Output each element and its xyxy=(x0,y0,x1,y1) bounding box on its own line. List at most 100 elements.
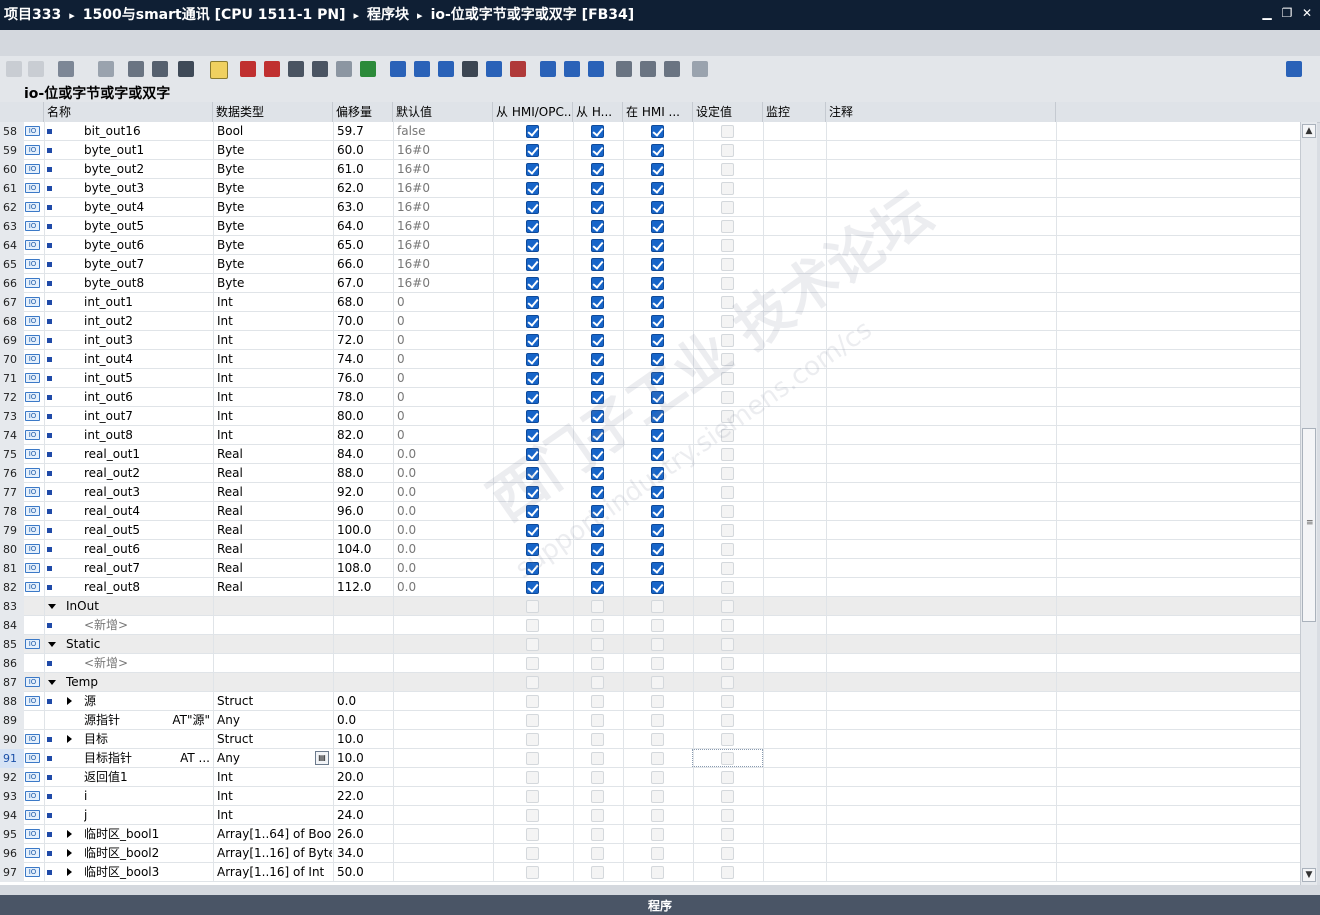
cell-default[interactable]: 0.0 xyxy=(397,559,487,578)
cell-default[interactable]: 16#0 xyxy=(397,274,487,293)
in-hmi-checkbox[interactable] xyxy=(651,524,664,537)
cell-type[interactable]: Real xyxy=(217,521,332,540)
setpoint-checkbox[interactable] xyxy=(721,676,734,689)
cell-name[interactable]: int_out6 xyxy=(84,388,212,407)
hmi-h-checkbox[interactable] xyxy=(591,391,604,404)
setpoint-checkbox[interactable] xyxy=(721,714,734,727)
splitter[interactable] xyxy=(0,885,1320,895)
setpoint-checkbox[interactable] xyxy=(721,619,734,632)
breadcrumb-program-blocks[interactable]: 程序块 xyxy=(367,7,409,23)
cell-type[interactable]: Int xyxy=(217,388,332,407)
table-row[interactable]: 79 IO real_out5 Real 100.0 0.0 xyxy=(0,521,1300,540)
cell-default[interactable] xyxy=(397,825,487,844)
expand-all-icon[interactable] xyxy=(58,61,74,77)
setpoint-checkbox[interactable] xyxy=(721,562,734,575)
hmi-opc-checkbox[interactable] xyxy=(526,638,539,651)
setpoint-checkbox[interactable] xyxy=(721,828,734,841)
scroll-thumb[interactable]: ≡ xyxy=(1302,428,1316,622)
cell-default[interactable]: 0 xyxy=(397,312,487,331)
row-number[interactable]: 80 xyxy=(0,540,24,559)
cell-default[interactable] xyxy=(397,597,487,616)
hmi-opc-checkbox[interactable] xyxy=(526,125,539,138)
cell-default[interactable] xyxy=(397,711,487,730)
in-hmi-checkbox[interactable] xyxy=(651,410,664,423)
cell-default[interactable]: 16#0 xyxy=(397,255,487,274)
row-number[interactable]: 61 xyxy=(0,179,24,198)
hmi-opc-checkbox[interactable] xyxy=(526,467,539,480)
cell-name[interactable]: real_out6 xyxy=(84,540,212,559)
hmi-h-checkbox[interactable] xyxy=(591,467,604,480)
hmi-h-checkbox[interactable] xyxy=(591,619,604,632)
setpoint-checkbox[interactable] xyxy=(721,296,734,309)
cell-type[interactable] xyxy=(217,673,332,692)
hmi-opc-checkbox[interactable] xyxy=(526,258,539,271)
in-hmi-checkbox[interactable] xyxy=(651,695,664,708)
hmi-opc-checkbox[interactable] xyxy=(526,296,539,309)
row-number[interactable]: 88 xyxy=(0,692,24,711)
in-hmi-checkbox[interactable] xyxy=(651,448,664,461)
table-row[interactable]: 66 IO byte_out8 Byte 67.0 16#0 xyxy=(0,274,1300,293)
align-icon[interactable] xyxy=(438,61,454,77)
row-number[interactable]: 59 xyxy=(0,141,24,160)
table-row[interactable]: 82 IO real_out8 Real 112.0 0.0 xyxy=(0,578,1300,597)
hmi-h-checkbox[interactable] xyxy=(591,752,604,765)
cell-default[interactable] xyxy=(397,730,487,749)
header-hmi-opc[interactable]: 从 HMI/OPC... xyxy=(493,102,573,122)
setpoint-checkbox[interactable] xyxy=(721,847,734,860)
scroll-up-icon[interactable]: ▲ xyxy=(1302,124,1316,138)
header-name[interactable]: 名称 xyxy=(44,102,213,122)
hmi-h-checkbox[interactable] xyxy=(591,486,604,499)
row-number[interactable]: 95 xyxy=(0,825,24,844)
table-row[interactable]: 90 IO 目标 Struct 10.0 xyxy=(0,730,1300,749)
insert-row-icon[interactable] xyxy=(6,61,22,77)
table-row[interactable]: 86 <新增> xyxy=(0,654,1300,673)
collapse-triangle-icon[interactable] xyxy=(48,680,56,685)
setpoint-checkbox[interactable] xyxy=(721,144,734,157)
cell-default[interactable]: 0.0 xyxy=(397,521,487,540)
cell-name[interactable]: 临时区_bool3 xyxy=(84,863,212,882)
cell-name[interactable]: i xyxy=(84,787,212,806)
row-number[interactable]: 91 xyxy=(0,749,24,768)
in-hmi-checkbox[interactable] xyxy=(651,600,664,613)
in-hmi-checkbox[interactable] xyxy=(651,714,664,727)
expand-triangle-icon[interactable] xyxy=(67,830,72,838)
hmi-h-checkbox[interactable] xyxy=(591,638,604,651)
hmi-opc-checkbox[interactable] xyxy=(526,619,539,632)
in-hmi-checkbox[interactable] xyxy=(651,505,664,518)
hmi-opc-checkbox[interactable] xyxy=(526,866,539,879)
hmi-h-checkbox[interactable] xyxy=(591,562,604,575)
cell-default[interactable]: 0 xyxy=(397,426,487,445)
table-row[interactable]: 92 IO 返回值1 Int 20.0 xyxy=(0,768,1300,787)
cell-default[interactable]: 16#0 xyxy=(397,236,487,255)
cell-name[interactable]: byte_out7 xyxy=(84,255,212,274)
cell-name[interactable]: real_out8 xyxy=(84,578,212,597)
setpoint-checkbox[interactable] xyxy=(721,410,734,423)
hmi-h-checkbox[interactable] xyxy=(591,429,604,442)
cell-default[interactable]: 0.0 xyxy=(397,483,487,502)
cell-name[interactable]: 目标 xyxy=(84,730,212,749)
hmi-opc-checkbox[interactable] xyxy=(526,334,539,347)
cell-default[interactable] xyxy=(397,692,487,711)
in-hmi-checkbox[interactable] xyxy=(651,163,664,176)
in-hmi-checkbox[interactable] xyxy=(651,543,664,556)
hmi-h-checkbox[interactable] xyxy=(591,353,604,366)
row-number[interactable]: 70 xyxy=(0,350,24,369)
watch-icon[interactable] xyxy=(616,61,632,77)
hmi-opc-checkbox[interactable] xyxy=(526,182,539,195)
indent-right-icon[interactable] xyxy=(414,61,430,77)
in-hmi-checkbox[interactable] xyxy=(651,391,664,404)
section-row[interactable]: 83 InOut xyxy=(0,597,1300,616)
cell-name[interactable]: bit_out16 xyxy=(84,122,212,141)
in-hmi-checkbox[interactable] xyxy=(651,353,664,366)
hmi-h-checkbox[interactable] xyxy=(591,201,604,214)
copy-snapshot-icon[interactable] xyxy=(288,61,304,77)
scroll-down-icon[interactable]: ▼ xyxy=(1302,868,1316,882)
snapshot-icon[interactable] xyxy=(178,61,194,77)
jump-icon[interactable] xyxy=(510,61,526,77)
cell-name[interactable]: int_out8 xyxy=(84,426,212,445)
modify-icon[interactable] xyxy=(664,61,680,77)
row-number[interactable]: 75 xyxy=(0,445,24,464)
cell-default[interactable]: 0 xyxy=(397,407,487,426)
vertical-scrollbar[interactable]: ▲ ≡ ▼ xyxy=(1300,122,1317,885)
cell-type[interactable]: Byte xyxy=(217,217,332,236)
